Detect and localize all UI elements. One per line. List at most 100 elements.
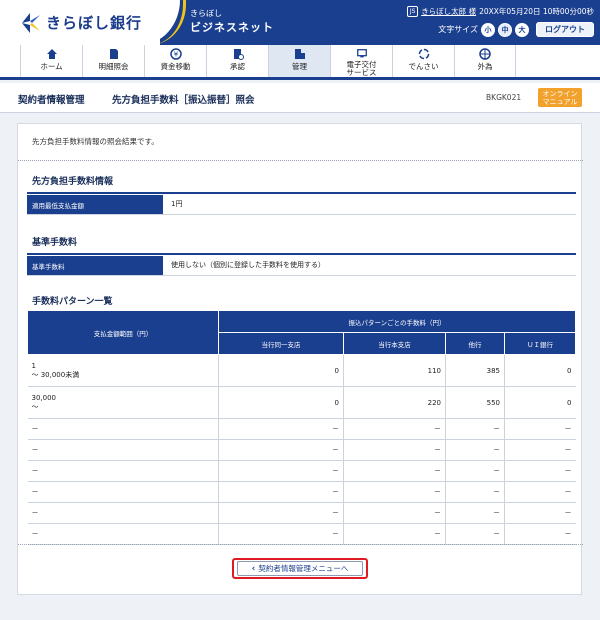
screen-id: BKGK021 (486, 93, 522, 102)
svg-text:¥: ¥ (173, 51, 178, 59)
col-amount-range: 支払金額範囲（円） (27, 310, 219, 355)
font-size-control: 文字サイズ 小 中 大 ログアウト (438, 22, 594, 37)
font-size-large-button[interactable]: 大 (515, 22, 529, 37)
fee-cell: 550 (445, 386, 505, 419)
amount-range-cell: － (27, 418, 219, 440)
fee-pattern-table: 支払金額範囲（円） 振込パターンごとの手数料（円） 当行同一支店 当行本支店 他… (27, 310, 576, 545)
nav-home[interactable]: ホーム (20, 45, 82, 77)
col-ui-bank: ＵＩ銀行 (504, 332, 576, 355)
base-fee-label: 基準手数料 (27, 255, 163, 275)
amount-range-cell: － (27, 460, 219, 482)
home-icon (46, 49, 57, 59)
e-delivery-icon (356, 49, 367, 58)
login-time: 20XX年05月20日 10時00分00秒 (479, 7, 594, 16)
fee-table-body: 1 ～ 30,000未満 0 110 385 0 30,000 ～ 0 220 550 0 －－－－－－… (27, 354, 576, 545)
fee-cell: 0 (504, 386, 576, 419)
section-title-fee-patterns: 手数料パターン一覧 (32, 297, 113, 307)
fee-cell: － (343, 418, 446, 440)
fee-cell: 0 (218, 354, 344, 387)
fee-cell: － (343, 523, 446, 545)
fee-cell: － (218, 460, 344, 482)
user-name-link[interactable]: きらぼし太郎 様 (421, 6, 476, 17)
bank-logo[interactable]: きらぼし銀行 (0, 0, 160, 45)
fee-cell: － (445, 439, 505, 461)
fee-cell: 110 (343, 354, 446, 387)
logout-button[interactable]: ログアウト (536, 22, 594, 37)
user-info: JS きらぼし太郎 様 20XX年05月20日 10時00分00秒 (407, 6, 594, 17)
base-fee-value: 使用しない（個別に登録した手数料を使用する） (171, 261, 325, 269)
range-to: ～ 30,000未満 (31, 370, 80, 379)
divider (18, 160, 583, 161)
col-other-bank: 他行 (445, 332, 505, 355)
section-title-base-fee: 基準手数料 (32, 238, 78, 248)
management-icon (294, 49, 305, 59)
online-manual-button[interactable]: オンライン マニュアル (538, 88, 582, 107)
range-from: － (31, 467, 39, 475)
font-size-medium-button[interactable]: 中 (498, 22, 512, 37)
global-nav: ホーム 明細照会 ¥ 資金移動 承認 管理 電子交付 サービス でんさい 外為 (0, 45, 600, 80)
fee-cell: － (343, 439, 446, 461)
page-title: 先方負担手数料［振込振替］照会 (112, 95, 255, 106)
fee-cell: － (504, 460, 576, 482)
nav-e-delivery[interactable]: 電子交付 サービス (330, 45, 392, 77)
fee-cell: － (218, 502, 344, 524)
fee-cell: － (343, 460, 446, 482)
range-from: － (31, 446, 39, 454)
fee-cell: 385 (445, 354, 505, 387)
table-row: －－－－－ (27, 439, 576, 461)
fee-cell: － (504, 502, 576, 524)
col-other-branch: 当行本支店 (343, 332, 446, 355)
table-row: －－－－－ (27, 418, 576, 440)
densai-icon (418, 48, 429, 60)
base-fee-row: 基準手数料 使用しない（個別に登録した手数料を使用する） (27, 253, 576, 276)
nav-approval[interactable]: 承認 (206, 45, 268, 77)
fee-cell: － (504, 418, 576, 440)
fee-cell: － (445, 460, 505, 482)
nav-transfer[interactable]: ¥ 資金移動 (144, 45, 206, 77)
range-from: － (31, 509, 39, 517)
range-from: － (31, 530, 39, 538)
range-from: 1 (31, 361, 36, 370)
service-name: きらぼし ビジネスネット (190, 9, 274, 34)
header: きらぼし銀行 きらぼし ビジネスネット JS きらぼし太郎 様 20XX年05月… (0, 0, 600, 45)
intro-text: 先方負担手数料情報の照会結果です。 (32, 137, 159, 146)
font-size-small-button[interactable]: 小 (481, 22, 495, 37)
font-size-label: 文字サイズ (438, 25, 478, 34)
nav-statements[interactable]: 明細照会 (82, 45, 144, 77)
nav-forex[interactable]: 外為 (454, 45, 516, 77)
range-from: 30,000 (31, 393, 57, 402)
yen-transfer-icon: ¥ (169, 48, 182, 60)
fee-cell: － (218, 523, 344, 545)
nav-management[interactable]: 管理 (268, 45, 330, 77)
range-from: － (31, 488, 39, 496)
min-amount-value: 1円 (171, 200, 183, 208)
user-icon: JS (407, 6, 419, 17)
nav-densai[interactable]: でんさい (392, 45, 454, 77)
fee-cell: － (445, 418, 505, 440)
fee-cell: － (504, 523, 576, 545)
fee-cell: － (445, 523, 505, 545)
fee-cell: － (343, 502, 446, 524)
kiraboshi-star-icon (18, 11, 42, 35)
back-to-menu-button[interactable]: ‹ 契約者情報管理メニューへ (237, 561, 363, 576)
table-row: 30,000 ～ 0 220 550 0 (27, 386, 576, 419)
table-row: －－－－－ (27, 523, 576, 545)
back-button-highlight: ‹ 契約者情報管理メニューへ (232, 558, 368, 579)
min-amount-label: 適用最低支払金額 (27, 194, 163, 214)
table-row: －－－－－ (27, 502, 576, 524)
document-icon (109, 49, 118, 59)
table-row: －－－－－ (27, 481, 576, 503)
fee-cell: 220 (343, 386, 446, 419)
fee-cell: － (445, 502, 505, 524)
col-pattern-group: 振込パターンごとの手数料（円） (218, 310, 576, 333)
divider (18, 544, 583, 545)
table-row: －－－－－ (27, 460, 576, 482)
range-from: － (31, 425, 39, 433)
section-title-fee-info: 先方負担手数料情報 (32, 177, 114, 187)
range-to: ～ (31, 402, 39, 411)
amount-range-cell: － (27, 523, 219, 545)
fee-cell: 0 (504, 354, 576, 387)
chevron-left-icon: ‹ (251, 563, 256, 574)
min-amount-row: 適用最低支払金額 1円 (27, 192, 576, 215)
title-bar: 契約者情報管理 先方負担手数料［振込振替］照会 BKGK021 オンライン マニ… (0, 83, 600, 113)
